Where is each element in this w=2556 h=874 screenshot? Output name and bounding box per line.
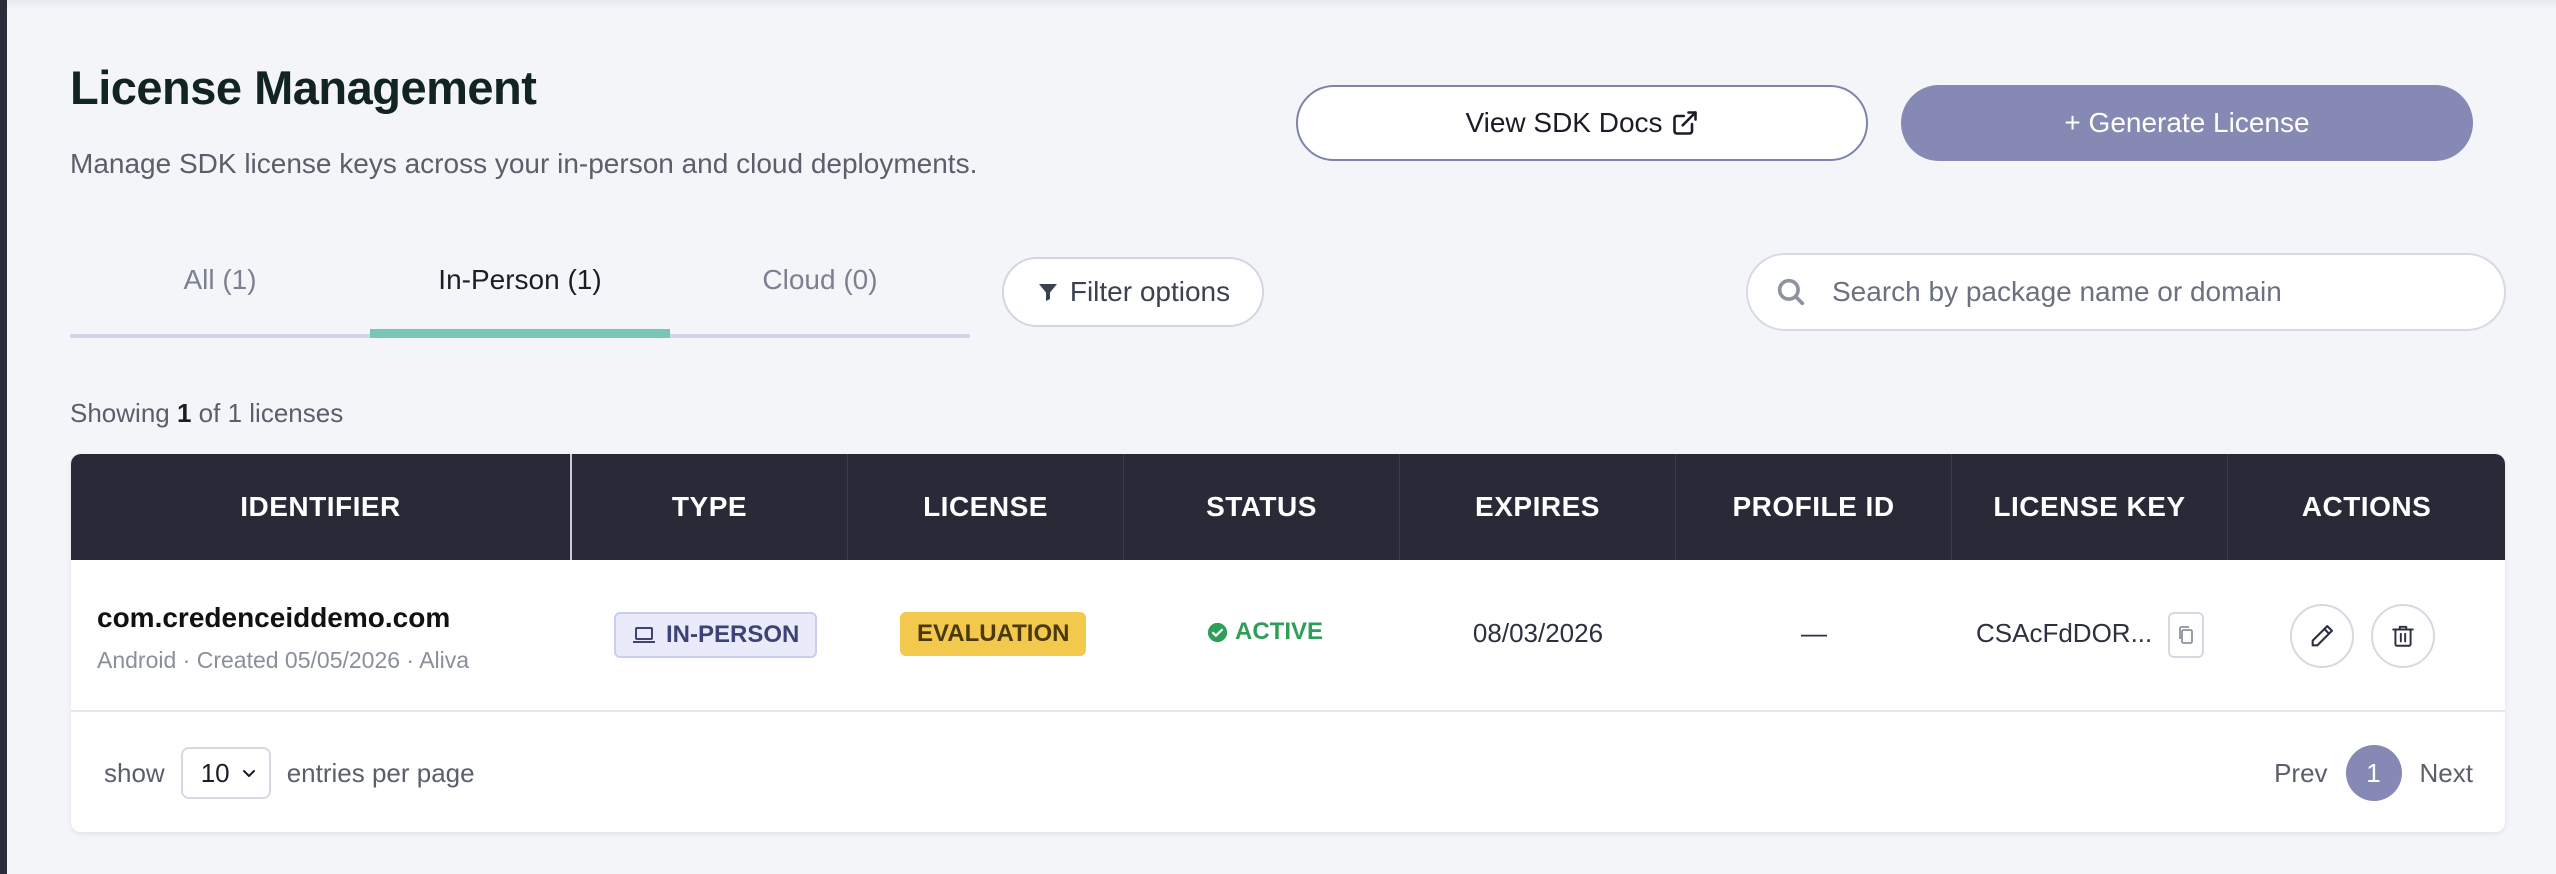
- view-sdk-docs-label: View SDK Docs: [1465, 107, 1663, 138]
- column-header-expires[interactable]: EXPIRES: [1400, 454, 1676, 560]
- table-row[interactable]: com.credenceiddemo.com Android · Created…: [71, 560, 2505, 712]
- table-header: IDENTIFIER TYPE LICENSE STATUS EXPIRES P…: [71, 454, 2505, 560]
- tab-cloud[interactable]: Cloud (0): [670, 264, 970, 296]
- view-sdk-docs-button[interactable]: View SDK Docs: [1296, 85, 1868, 161]
- delete-button[interactable]: [2371, 604, 2435, 668]
- type-badge: IN-PERSON: [614, 612, 818, 658]
- profile-id-value: —: [1801, 618, 1827, 648]
- tab-all[interactable]: All (1): [70, 264, 370, 296]
- column-header-status[interactable]: STATUS: [1124, 454, 1400, 560]
- page-subtitle: Manage SDK license keys across your in-p…: [70, 148, 978, 179]
- copy-license-key-button[interactable]: [2168, 612, 2204, 658]
- filter-options-label: Filter options: [1069, 276, 1231, 307]
- page-number-current[interactable]: 1: [2345, 745, 2402, 801]
- pagination: Prev 1 Next: [2274, 745, 2473, 801]
- license-tabs: All (1) In-Person (1) Cloud (0): [70, 250, 970, 338]
- licenses-table: IDENTIFIER TYPE LICENSE STATUS EXPIRES P…: [71, 454, 2505, 832]
- column-header-actions: ACTIONS: [2301, 491, 2432, 522]
- identifier-name: com.credenceiddemo.com: [97, 602, 451, 633]
- license-key-value: CSAcFdDOR...: [1976, 618, 2153, 648]
- check-circle-icon: [1207, 622, 1228, 642]
- entries-per-page-select[interactable]: 10: [180, 747, 271, 799]
- search-icon: [1777, 278, 1805, 306]
- chevron-down-icon: [242, 770, 255, 777]
- expires-date: 08/03/2026: [1472, 618, 1604, 648]
- generate-license-label: + Generate License: [2064, 107, 2310, 138]
- prev-page-button[interactable]: Prev: [2274, 758, 2327, 789]
- app-sidebar-edge: [0, 0, 7, 874]
- summary-prefix: Showing: [70, 398, 170, 428]
- status-badge: ACTIVE: [1207, 618, 1323, 646]
- license-badge: EVALUATION: [900, 612, 1087, 656]
- entries-per-page-label: entries per page: [286, 757, 475, 788]
- page-size-control: show 10 entries per page: [104, 747, 475, 799]
- laptop-icon: [633, 627, 655, 643]
- column-header-identifier[interactable]: IDENTIFIER: [71, 454, 572, 560]
- results-summary: Showing 1 of 1 licenses: [70, 398, 343, 429]
- summary-suffix: of 1 licenses: [198, 398, 344, 428]
- generate-license-button[interactable]: + Generate License: [1901, 85, 2473, 161]
- top-shadow: [7, 0, 2556, 10]
- type-badge-label: IN-PERSON: [666, 621, 800, 648]
- entries-per-page-value: 10: [200, 757, 230, 788]
- copy-icon: [2179, 626, 2193, 644]
- column-header-license-key[interactable]: LICENSE KEY: [1952, 454, 2228, 560]
- search-input[interactable]: [1830, 275, 2454, 309]
- trash-icon: [2392, 625, 2414, 647]
- page-title: License Management: [70, 61, 537, 114]
- next-page-button[interactable]: Next: [2420, 758, 2473, 789]
- column-header-license[interactable]: LICENSE: [848, 454, 1124, 560]
- column-header-profile-id[interactable]: PROFILE ID: [1676, 454, 1952, 560]
- search-bar: [1746, 253, 2506, 331]
- tab-in-person[interactable]: In-Person (1): [370, 264, 670, 296]
- identifier-meta: Android · Created 05/05/2026 · Aliva: [97, 647, 470, 673]
- filter-options-button[interactable]: Filter options: [1002, 257, 1264, 327]
- column-header-type[interactable]: TYPE: [572, 454, 848, 560]
- active-tab-indicator: [370, 329, 670, 338]
- summary-count: 1: [176, 398, 192, 428]
- status-label: ACTIVE: [1235, 618, 1324, 645]
- external-link-icon: [1672, 111, 1697, 135]
- edit-button[interactable]: [2290, 604, 2354, 668]
- edit-icon: [2311, 625, 2333, 647]
- show-label: show: [104, 757, 165, 788]
- filter-icon: [1038, 284, 1057, 301]
